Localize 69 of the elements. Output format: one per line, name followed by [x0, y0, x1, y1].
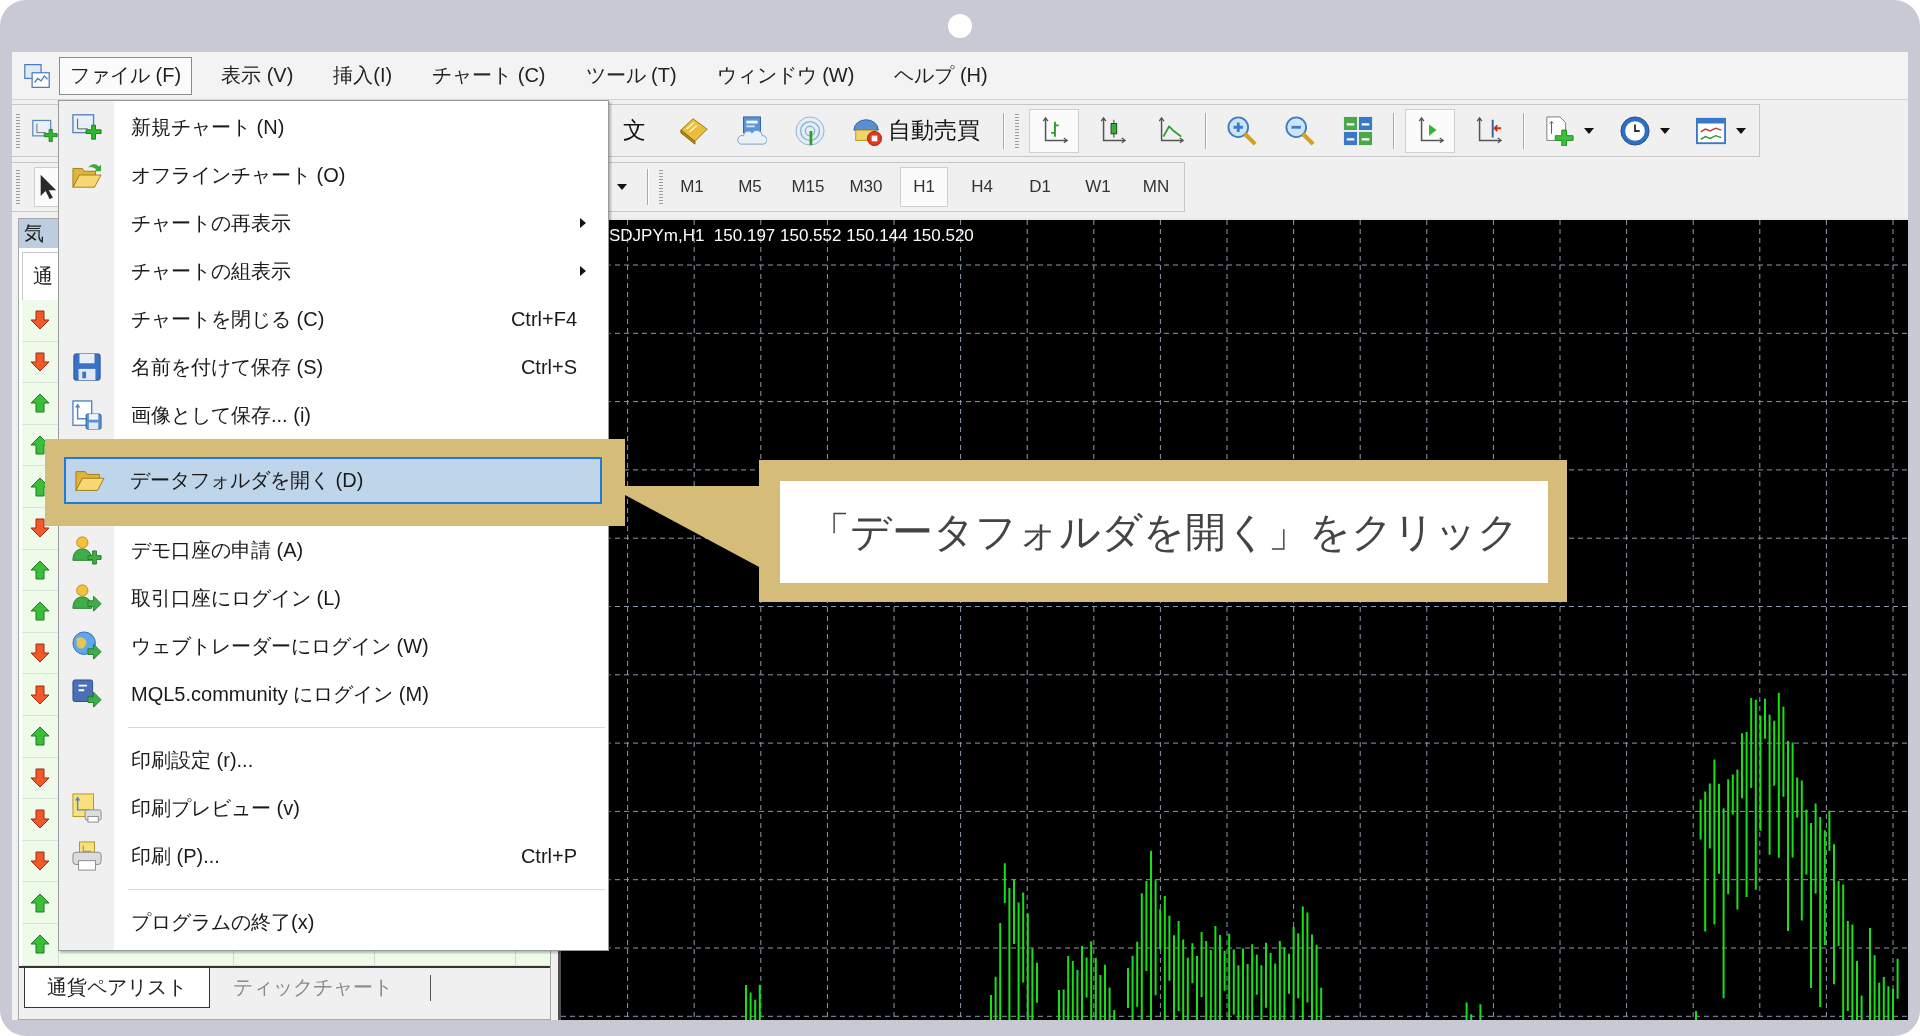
- menu-bar-item[interactable]: チャート (C): [421, 56, 557, 95]
- panel-title: 気: [24, 221, 44, 246]
- menu-item[interactable]: チャートの組表示: [59, 247, 608, 295]
- menu-item[interactable]: 画像として保存... (i): [59, 391, 608, 439]
- tile-windows-icon: [1343, 115, 1373, 146]
- toolbar-grip[interactable]: [16, 113, 20, 148]
- toolbar-button[interactable]: 文: [616, 108, 653, 153]
- add-user-icon: [71, 535, 102, 565]
- menu-shortcut: Ctrl+S: [520, 355, 577, 379]
- toolbar-button[interactable]: [1029, 108, 1079, 153]
- column-header: 通: [33, 264, 53, 289]
- menu-bar-item[interactable]: ツール (T): [574, 56, 688, 95]
- period-button[interactable]: M30: [842, 167, 890, 207]
- toolbar-grip[interactable]: [659, 170, 663, 204]
- print-preview-icon: [71, 793, 102, 823]
- signal-icon: [795, 115, 825, 146]
- menu-shortcut: Ctrl+P: [520, 844, 577, 868]
- period-button[interactable]: D1: [1016, 167, 1064, 207]
- zoom-in-icon: [1227, 115, 1257, 146]
- toolbar-button[interactable]: [1405, 108, 1455, 153]
- menu-item[interactable]: MQL5.community にログイン (M): [59, 670, 608, 718]
- globe-arrow-icon: [71, 631, 102, 661]
- monitor-cloud-icon: [737, 115, 767, 146]
- add-document-icon: [1544, 115, 1574, 146]
- menu-item[interactable]: チャートを閉じる (C) Ctrl+F4: [59, 295, 608, 343]
- menu-item[interactable]: 名前を付けて保存 (S) Ctrl+S: [59, 343, 608, 391]
- menu-item[interactable]: データフォルダを開く (D): [64, 457, 602, 504]
- menu-item[interactable]: 印刷 (P)... Ctrl+P: [59, 832, 608, 880]
- add-chart-icon: [71, 112, 102, 142]
- toolbar-grip[interactable]: [1015, 113, 1019, 148]
- period-button[interactable]: M1: [668, 167, 716, 207]
- toolbar-grip[interactable]: [16, 170, 20, 204]
- clock-icon: [1620, 115, 1650, 146]
- frame-dot: [948, 14, 972, 38]
- menu-item[interactable]: 印刷プレビュー (v): [59, 784, 608, 832]
- menu-item[interactable]: プログラムの終了(x): [59, 898, 608, 946]
- menu-item[interactable]: チャートの再表示: [59, 199, 608, 247]
- menu-bar-item[interactable]: ウィンドウ (W): [705, 56, 866, 95]
- menu-shortcut: Ctrl+F4: [510, 307, 577, 331]
- menu-item[interactable]: ウェブトレーダーにログイン (W): [59, 622, 608, 670]
- chart-window-icon: [24, 62, 50, 89]
- user-arrow-icon: [71, 583, 102, 613]
- period-button[interactable]: H1: [900, 167, 948, 207]
- menu-item[interactable]: デモ口座の申請 (A): [59, 526, 608, 574]
- period-button[interactable]: W1: [1074, 167, 1122, 207]
- menu-item[interactable]: 新規チャート (N): [59, 103, 608, 151]
- zoom-out-icon: [1285, 115, 1315, 146]
- menu-bar-item[interactable]: ヘルプ (H): [883, 56, 999, 95]
- menu-bar-item[interactable]: ファイル (F): [59, 56, 193, 95]
- book-icon: [679, 115, 709, 146]
- callout-text: 「データフォルダを開く」をクリック: [809, 507, 1519, 557]
- menu-bar-item[interactable]: 表示 (V): [210, 56, 305, 95]
- period-button[interactable]: H4: [958, 167, 1006, 207]
- caret-icon[interactable]: [617, 184, 627, 190]
- add-chart-icon: [32, 117, 58, 144]
- period-button[interactable]: M5: [726, 167, 774, 207]
- menu-item[interactable]: オフラインチャート (O): [59, 151, 608, 199]
- menu-item[interactable]: 印刷設定 (r)...: [59, 736, 608, 784]
- printer-icon: [71, 841, 102, 871]
- chart-window-icon: [1696, 115, 1726, 146]
- period-button[interactable]: M15: [784, 167, 832, 207]
- period-button[interactable]: MN: [1132, 167, 1180, 207]
- tile-arrow-icon: [71, 679, 102, 709]
- tab[interactable]: 通貨ペアリスト: [24, 967, 210, 1008]
- chart-info: SDJPYm,H1 150.197 150.552 150.144 150.520: [609, 226, 974, 246]
- menu-item[interactable]: 取引口座にログイン (L): [59, 574, 608, 622]
- chart-floppy-icon: [71, 400, 102, 430]
- menu-bar-item[interactable]: 挿入(I): [322, 56, 404, 95]
- toolbar-button[interactable]: 自動売買: [843, 108, 993, 153]
